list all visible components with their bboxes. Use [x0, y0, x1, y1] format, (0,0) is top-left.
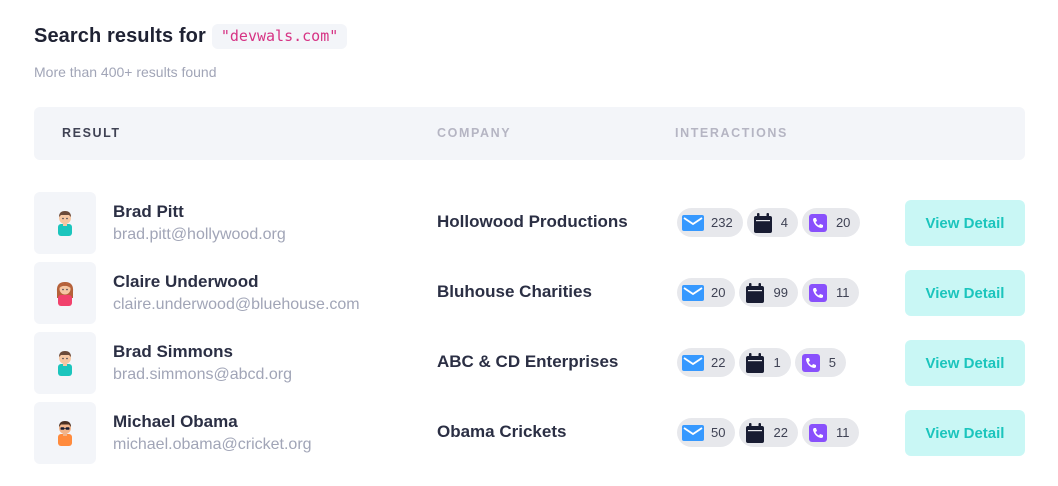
event-count: 4 — [780, 215, 788, 230]
email-count: 22 — [711, 355, 726, 370]
table-row: Brad Simmons brad.simmons@abcd.org ABC &… — [34, 332, 1025, 394]
male-glasses-avatar-icon — [58, 421, 72, 446]
call-count: 11 — [835, 285, 850, 300]
male-avatar-icon — [58, 351, 72, 376]
event-count-badge: 99 — [739, 278, 798, 307]
envelope-icon — [681, 351, 705, 375]
contact-name[interactable]: Claire Underwood — [113, 272, 258, 292]
interaction-badges: 50 22 11 — [677, 418, 860, 447]
interaction-badges: 20 99 11 — [677, 278, 860, 307]
page-title: Search results for — [34, 25, 206, 47]
interaction-badges: 232 4 20 — [677, 208, 861, 237]
phone-icon — [806, 281, 830, 305]
results-header: Search results for "devwals.com" More th… — [34, 24, 348, 80]
calendar-icon — [743, 421, 767, 445]
email-count-badge: 22 — [677, 348, 736, 377]
male-avatar-icon — [58, 211, 72, 236]
email-count: 20 — [711, 285, 726, 300]
phone-icon — [806, 421, 830, 445]
event-count: 1 — [773, 355, 781, 370]
view-detail-button[interactable]: View Detail — [905, 200, 1025, 246]
email-count: 232 — [711, 215, 733, 230]
female-avatar-icon — [56, 282, 74, 306]
call-count: 20 — [835, 215, 851, 230]
event-count-badge: 1 — [739, 348, 791, 377]
company-name: Bluhouse Charities — [437, 282, 592, 301]
avatar — [34, 192, 96, 254]
contact-email: michael.obama@cricket.org — [113, 436, 312, 453]
contact-email: brad.simmons@abcd.org — [113, 366, 292, 383]
column-header-company: COMPANY — [437, 126, 512, 140]
envelope-icon — [681, 281, 705, 305]
interaction-badges: 22 1 5 — [677, 348, 846, 377]
company-name: Obama Crickets — [437, 422, 567, 441]
table-row: Brad Pitt brad.pitt@hollywood.org Hollow… — [34, 192, 1025, 254]
contact-email: claire.underwood@bluehouse.com — [113, 296, 360, 313]
company-name: ABC & CD Enterprises — [437, 352, 619, 371]
contact-name[interactable]: Brad Pitt — [113, 202, 184, 222]
phone-icon — [799, 351, 823, 375]
event-count-badge: 4 — [746, 208, 798, 237]
envelope-icon — [681, 421, 705, 445]
column-header-result: RESULT — [62, 126, 121, 140]
table-row: Claire Underwood claire.underwood@blueho… — [34, 262, 1025, 324]
calendar-icon — [743, 351, 767, 375]
event-count-badge: 22 — [739, 418, 798, 447]
event-count: 22 — [773, 425, 788, 440]
contact-email: brad.pitt@hollywood.org — [113, 226, 286, 243]
call-count-badge: 11 — [801, 418, 860, 447]
call-count: 11 — [835, 425, 850, 440]
email-count-badge: 232 — [677, 208, 743, 237]
phone-icon — [806, 211, 830, 235]
avatar — [34, 402, 96, 464]
call-count-badge: 5 — [794, 348, 846, 377]
company-name: Hollowood Productions — [437, 212, 628, 231]
call-count-badge: 11 — [801, 278, 860, 307]
contact-name[interactable]: Michael Obama — [113, 412, 238, 432]
table-row: Michael Obama michael.obama@cricket.org … — [34, 402, 1025, 464]
avatar — [34, 262, 96, 324]
avatar — [34, 332, 96, 394]
calendar-icon — [751, 211, 775, 235]
view-detail-button[interactable]: View Detail — [905, 410, 1025, 456]
title-row: Search results for "devwals.com" — [34, 24, 348, 49]
contact-name[interactable]: Brad Simmons — [113, 342, 233, 362]
call-count: 5 — [828, 355, 836, 370]
view-detail-button[interactable]: View Detail — [905, 340, 1025, 386]
calendar-icon — [743, 281, 767, 305]
table-header: RESULT COMPANY INTERACTIONS — [34, 107, 1025, 160]
view-detail-button[interactable]: View Detail — [905, 270, 1025, 316]
email-count: 50 — [711, 425, 726, 440]
event-count: 99 — [773, 285, 788, 300]
results-count: More than 400+ results found — [34, 64, 217, 80]
email-count-badge: 20 — [677, 278, 736, 307]
envelope-icon — [681, 211, 705, 235]
search-query-chip: "devwals.com" — [211, 24, 348, 49]
call-count-badge: 20 — [801, 208, 861, 237]
email-count-badge: 50 — [677, 418, 736, 447]
column-header-interactions: INTERACTIONS — [675, 126, 788, 140]
